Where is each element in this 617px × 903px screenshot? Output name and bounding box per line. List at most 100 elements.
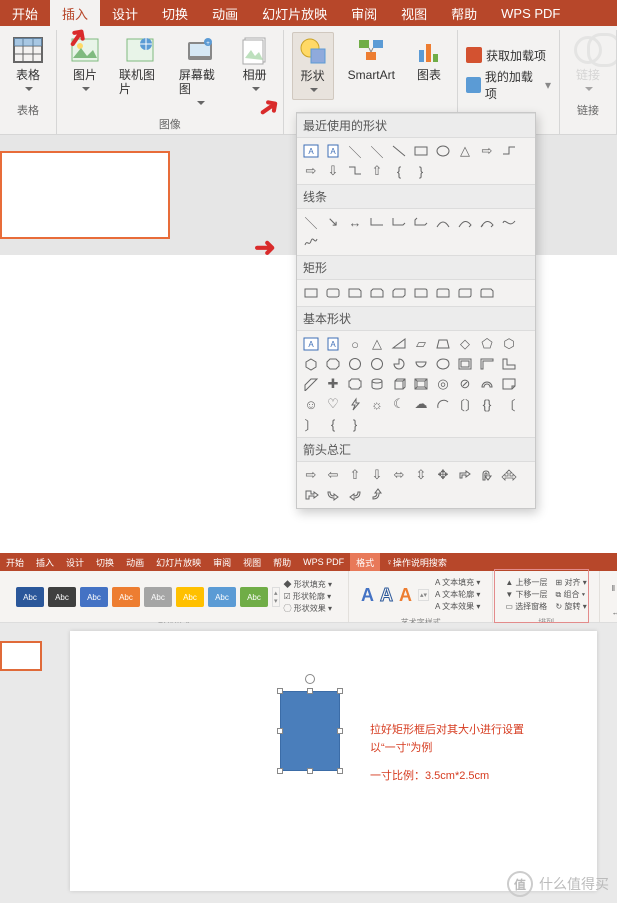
slide-thumb[interactable]	[0, 641, 42, 671]
style-more[interactable]: ▴▾	[272, 587, 280, 607]
shape-trapezoid[interactable]	[433, 335, 453, 353]
shape-arrow-ud[interactable]: ⇳	[411, 466, 431, 484]
shape-rect[interactable]	[301, 284, 321, 302]
shape-roundsnip[interactable]	[477, 284, 497, 302]
shape-arc[interactable]	[433, 395, 453, 413]
shape-brace-r[interactable]: }	[411, 162, 431, 180]
shape-roundrect[interactable]	[323, 284, 343, 302]
shape-bevel[interactable]	[411, 375, 431, 393]
shape-triangle[interactable]: △	[455, 142, 475, 160]
shape-hexagon[interactable]: ⬡	[499, 335, 519, 353]
shape-curve[interactable]	[433, 213, 453, 231]
shape-line[interactable]: ＼	[367, 142, 387, 160]
tab2-design[interactable]: 设计	[60, 553, 90, 571]
tab2-trans[interactable]: 切换	[90, 553, 120, 571]
resize-handle[interactable]	[307, 688, 313, 694]
link-button[interactable]: 链接	[568, 32, 608, 98]
resize-handle[interactable]	[277, 688, 283, 694]
wordart-style[interactable]: A	[361, 585, 374, 606]
online-pictures-button[interactable]: 联机图片	[115, 32, 165, 98]
chart-button[interactable]: 图表	[409, 32, 449, 84]
inserted-rectangle[interactable]	[280, 691, 340, 771]
shape-sniprect2[interactable]	[367, 284, 387, 302]
shape-line[interactable]: ＼	[345, 142, 365, 160]
shape-dodecagon[interactable]	[367, 355, 387, 373]
tab2-tell[interactable]: ♀ 操作说明搜索	[380, 553, 453, 571]
shape-lbrace[interactable]: {	[323, 415, 343, 433]
style-swatch[interactable]: Abc	[80, 587, 108, 607]
shape-sniprect[interactable]	[345, 284, 365, 302]
text-outline-btn[interactable]: A 文本轮廓 ▾	[435, 589, 480, 601]
shape-decagon[interactable]	[345, 355, 365, 373]
tab-animations[interactable]: 动画	[200, 0, 250, 26]
shape-smiley[interactable]: ☺	[301, 395, 321, 413]
style-swatch[interactable]: Abc	[48, 587, 76, 607]
shape-sun[interactable]: ☼	[367, 395, 387, 413]
shape-outline-btn[interactable]: ☑ 形状轮廓 ▾	[284, 591, 332, 603]
shape-noentry[interactable]: ⊘	[455, 375, 475, 393]
shape-arrow[interactable]: ⇨	[477, 142, 497, 160]
shape-textbox[interactable]: A	[301, 142, 321, 160]
shape-can[interactable]	[367, 375, 387, 393]
shape-triangle[interactable]: △	[367, 335, 387, 353]
shape-roundrect2[interactable]	[411, 284, 431, 302]
my-addins-button[interactable]: 我的加载项 ▾	[466, 68, 551, 102]
shape-line-darrow[interactable]: ↔	[345, 213, 365, 231]
shape-line[interactable]: ＼	[301, 213, 321, 231]
shape-teardrop[interactable]	[433, 355, 453, 373]
resize-handle[interactable]	[337, 768, 343, 774]
shape-elbow[interactable]	[367, 213, 387, 231]
shape-vtextbox[interactable]: A	[323, 335, 343, 353]
shape-oval[interactable]	[433, 142, 453, 160]
shape-heart[interactable]: ♡	[323, 395, 343, 413]
tab-design[interactable]: 设计	[100, 0, 150, 26]
shape-cross[interactable]: ✚	[323, 375, 343, 393]
get-addins-button[interactable]: 获取加载项	[466, 47, 551, 64]
shape-arrow-l[interactable]: ⇦	[323, 466, 343, 484]
shape-rtriangle[interactable]	[389, 335, 409, 353]
shape-donut[interactable]: ◎	[433, 375, 453, 393]
shape-doublebracket[interactable]: 〔〕	[455, 395, 475, 413]
shape-elbow[interactable]	[499, 142, 519, 160]
tab-help[interactable]: 帮助	[439, 0, 489, 26]
shape-arrow[interactable]: ⇨	[301, 162, 321, 180]
style-swatch[interactable]: Abc	[176, 587, 204, 607]
shape-pie[interactable]	[389, 355, 409, 373]
shape-chord[interactable]	[411, 355, 431, 373]
tab-wpspdf[interactable]: WPS PDF	[489, 0, 572, 26]
tab2-format[interactable]: 格式	[350, 553, 380, 571]
wordart-style[interactable]: A	[399, 585, 412, 606]
shape-roundrect4[interactable]	[455, 284, 475, 302]
shape-blockarc[interactable]	[477, 375, 497, 393]
shape-curve[interactable]	[477, 213, 497, 231]
wordart-more[interactable]: ▴▾	[418, 589, 429, 601]
tables-button[interactable]: 表格	[8, 32, 48, 98]
shape-curved-l[interactable]	[345, 486, 365, 504]
shape-fx-btn[interactable]: ◯ 形状效果 ▾	[284, 603, 332, 615]
text-fill-btn[interactable]: A 文本填充 ▾	[435, 577, 480, 589]
shape-arrow-up[interactable]: ⇧	[367, 162, 387, 180]
screenshot-button[interactable]: + 屏幕截图	[175, 32, 225, 112]
tab2-insert[interactable]: 插入	[30, 553, 60, 571]
shape-plaque[interactable]	[345, 375, 365, 393]
shape-fill-btn[interactable]: ◆ 形状填充 ▾	[284, 579, 332, 591]
shape-cube[interactable]	[389, 375, 409, 393]
shape-diagstripe[interactable]	[301, 375, 321, 393]
shape-quad-arrow[interactable]: ✥	[433, 466, 453, 484]
shape-arrow-u[interactable]: ⇧	[345, 466, 365, 484]
tab-transitions[interactable]: 切换	[150, 0, 200, 26]
smartart-button[interactable]: SmartArt	[344, 32, 399, 84]
slide-thumbnail[interactable]	[0, 151, 170, 239]
style-swatch[interactable]: Abc	[144, 587, 172, 607]
tab2-view[interactable]: 视图	[237, 553, 267, 571]
shape-curved-u[interactable]	[367, 486, 387, 504]
resize-handle[interactable]	[337, 688, 343, 694]
shape-lbracket[interactable]: 〔	[499, 395, 519, 413]
shape-oval[interactable]: ○	[345, 335, 365, 353]
shape-textbox[interactable]: A	[301, 335, 321, 353]
resize-handle[interactable]	[307, 768, 313, 774]
shape-pentagon[interactable]: ⬠	[477, 335, 497, 353]
tab2-wps[interactable]: WPS PDF	[297, 553, 350, 571]
shape-lshape[interactable]	[499, 355, 519, 373]
shape-foldedcorner[interactable]	[499, 375, 519, 393]
